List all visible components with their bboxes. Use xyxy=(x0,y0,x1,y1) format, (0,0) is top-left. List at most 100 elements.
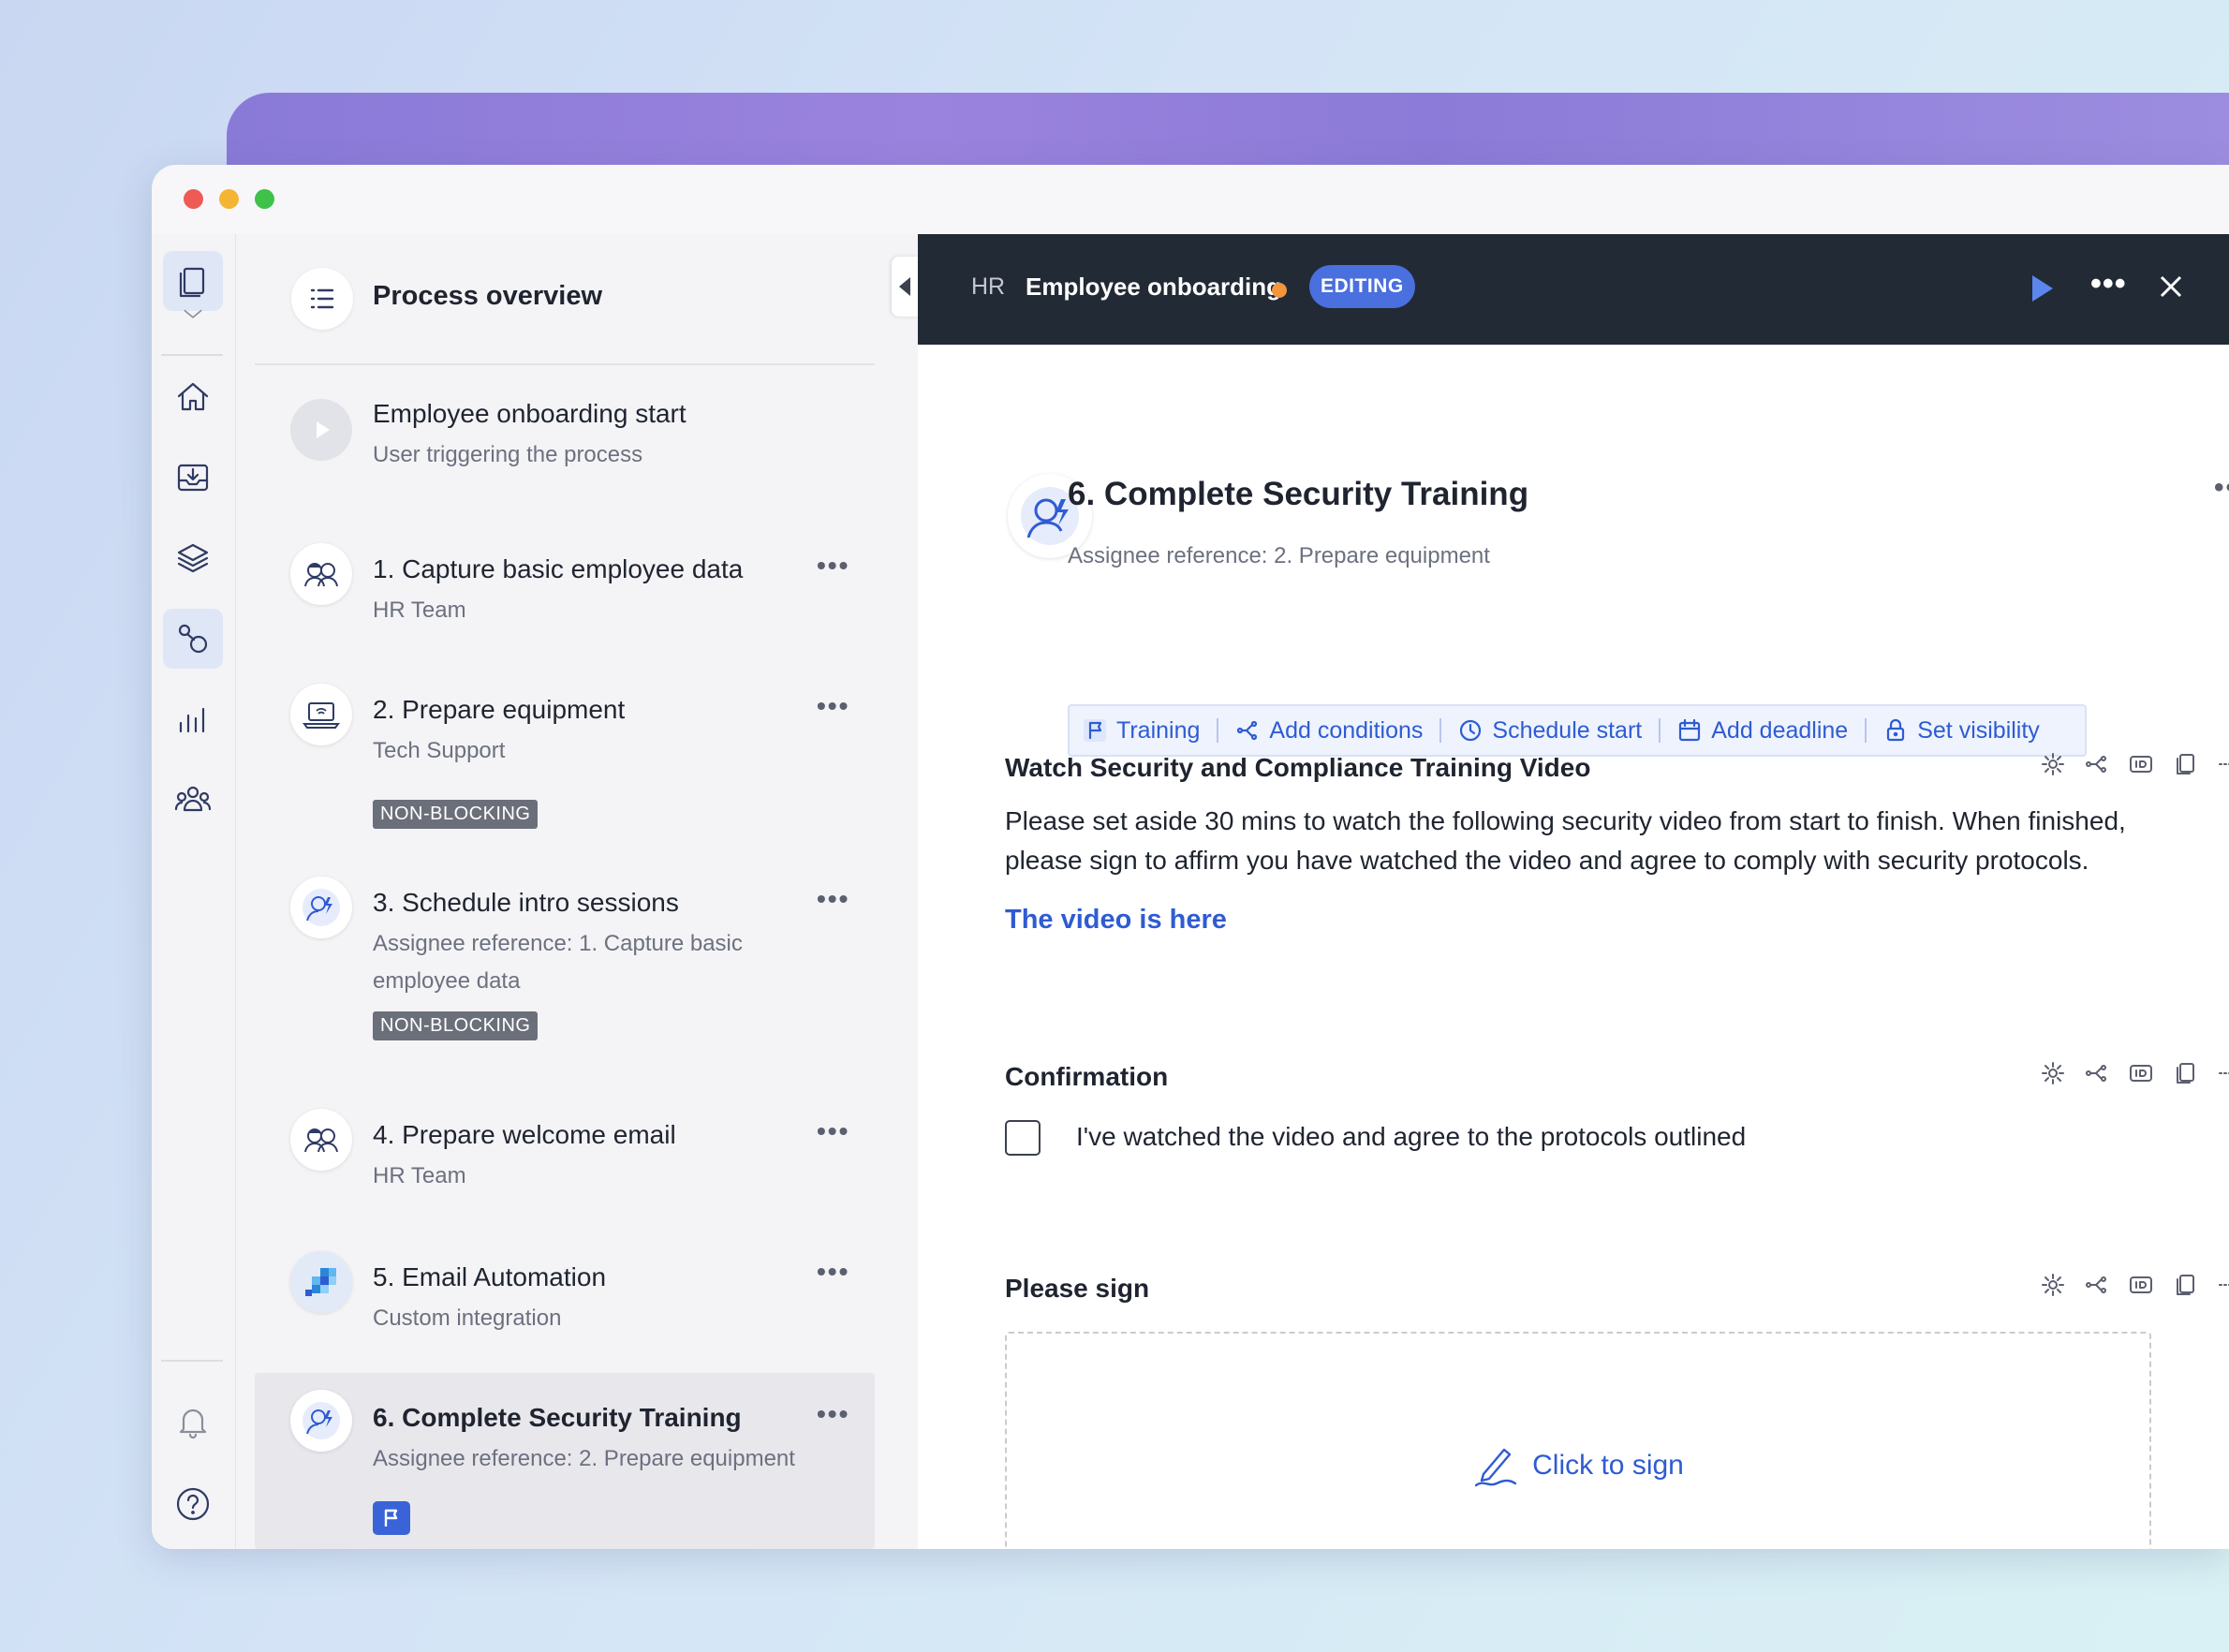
flag-icon xyxy=(1083,718,1116,743)
process-step-1[interactable]: 1. Capture basic employee data HR Team •… xyxy=(255,543,875,656)
home-icon xyxy=(177,382,209,411)
status-badge: EDITING xyxy=(1309,265,1415,308)
process-step-4[interactable]: 4. Prepare welcome email HR Team ••• xyxy=(255,1109,875,1221)
process-step-5[interactable]: 5. Email Automation Custom integration •… xyxy=(255,1249,875,1362)
copy-icon[interactable] xyxy=(2172,751,2198,777)
confirmation-section-actions xyxy=(2040,1060,2229,1086)
task-settings-bar: Training Add conditions Schedule start Add … xyxy=(1068,704,2087,757)
confirmation-checkbox[interactable] xyxy=(1005,1120,1041,1156)
copy-icon[interactable] xyxy=(2172,1060,2198,1086)
step-more-button[interactable]: ••• xyxy=(817,1401,849,1427)
step-title: 2. Prepare equipment xyxy=(373,695,626,724)
topbar-more-button[interactable]: ••• xyxy=(2090,268,2127,300)
video-section-title[interactable]: Watch Security and Compliance Training V… xyxy=(1005,753,1590,783)
close-editor-button[interactable] xyxy=(2152,268,2190,305)
layers-nav-button[interactable] xyxy=(163,528,223,588)
add-deadline-button[interactable]: Add deadline xyxy=(1677,717,1848,745)
step-subtitle: HR Team xyxy=(373,1163,466,1188)
chip-divider xyxy=(1865,718,1867,743)
task-title[interactable]: 6. Complete Security Training xyxy=(1068,476,1528,513)
help-button[interactable] xyxy=(163,1474,223,1534)
list-icon xyxy=(291,268,353,330)
process-name[interactable]: Employee onboarding xyxy=(1026,273,1281,302)
click-to-sign-button[interactable]: Click to sign xyxy=(1472,1440,1684,1491)
schedule-start-button[interactable]: Schedule start xyxy=(1458,717,1642,745)
move-icon[interactable] xyxy=(2216,1060,2229,1086)
step-more-button[interactable]: ••• xyxy=(817,553,849,579)
play-icon[interactable] xyxy=(2032,275,2053,302)
laptop-icon xyxy=(290,684,352,745)
pen-icon xyxy=(1474,1448,1517,1487)
step-title: 6. Complete Security Training xyxy=(373,1403,742,1432)
confirmation-section-title[interactable]: Confirmation xyxy=(1005,1062,1168,1092)
settings-icon[interactable] xyxy=(2040,1272,2066,1298)
branch-icon[interactable] xyxy=(2084,751,2110,777)
notifications-button[interactable] xyxy=(163,1392,223,1452)
layers-icon xyxy=(177,543,209,573)
team-people-icon xyxy=(290,1109,352,1171)
workflow-nav-button[interactable] xyxy=(163,609,223,669)
branch-icon[interactable] xyxy=(2084,1272,2110,1298)
chip-label: Set visibility xyxy=(1917,716,2040,744)
step-subtitle: Assignee reference: 2. Prepare equipment xyxy=(373,1446,795,1471)
process-overview-title: Process overview xyxy=(373,281,603,311)
id-icon[interactable] xyxy=(2128,751,2154,777)
process-step-6[interactable]: 6. Complete Security Training Assignee r… xyxy=(255,1373,875,1549)
task-more-button[interactable]: ••• xyxy=(2214,472,2229,504)
flag-icon xyxy=(384,1509,398,1527)
branch-icon[interactable] xyxy=(2084,1060,2110,1086)
breadcrumb-folder[interactable]: HR xyxy=(971,273,1005,301)
process-step-3[interactable]: 3. Schedule intro sessions Assignee refe… xyxy=(255,877,875,1064)
collapse-panel-button[interactable] xyxy=(892,257,918,317)
team-nav-button[interactable] xyxy=(163,770,223,830)
video-link[interactable]: The video is here xyxy=(1005,905,1227,936)
settings-icon[interactable] xyxy=(2040,751,2066,777)
bell-icon xyxy=(179,1409,207,1439)
inbox-nav-button[interactable] xyxy=(163,448,223,508)
step-subtitle: Tech Support xyxy=(373,738,506,763)
signature-section-actions xyxy=(2040,1272,2229,1298)
signature-area[interactable]: Click to sign xyxy=(1005,1332,2151,1549)
maximize-window-button[interactable] xyxy=(255,189,274,209)
move-icon[interactable] xyxy=(2216,751,2229,777)
analytics-nav-button[interactable] xyxy=(163,689,223,749)
process-overview-header[interactable]: Process overview xyxy=(255,234,875,365)
step-title: 3. Schedule intro sessions xyxy=(373,888,679,917)
chip-label: Add conditions xyxy=(1269,716,1424,744)
confirmation-checkbox-label[interactable]: I've watched the video and agree to the … xyxy=(1076,1122,1746,1152)
id-icon[interactable] xyxy=(2128,1060,2154,1086)
add-conditions-button[interactable]: Add conditions xyxy=(1235,717,1423,745)
video-section-body[interactable]: Please set aside 30 mins to watch the fo… xyxy=(1005,802,2129,880)
process-start-item[interactable]: Employee onboarding start User triggerin… xyxy=(255,390,875,502)
step-more-button[interactable]: ••• xyxy=(817,886,849,912)
calendar-icon xyxy=(1677,718,1711,743)
play-icon xyxy=(290,399,352,461)
click-to-sign-label: Click to sign xyxy=(1532,1450,1684,1481)
assignee-reference-icon xyxy=(290,1390,352,1452)
chevron-left-icon xyxy=(899,277,910,296)
step-subtitle: Assignee reference: 1. Capture basic emp… xyxy=(373,931,743,994)
expand-nav-button[interactable] xyxy=(163,296,223,333)
set-visibility-button[interactable]: Set visibility xyxy=(1883,717,2040,745)
step-more-button[interactable]: ••• xyxy=(817,1118,849,1144)
close-window-button[interactable] xyxy=(184,189,203,209)
move-icon[interactable] xyxy=(2216,1272,2229,1298)
signature-section-title[interactable]: Please sign xyxy=(1005,1274,1149,1304)
process-step-2[interactable]: 2. Prepare equipment Tech Support NON-BL… xyxy=(255,684,875,833)
team-people-icon xyxy=(290,543,352,605)
minimize-window-button[interactable] xyxy=(219,189,239,209)
start-title: Employee onboarding start xyxy=(373,399,686,428)
training-chip[interactable]: Training xyxy=(1083,717,1200,745)
help-icon xyxy=(176,1487,210,1521)
id-icon[interactable] xyxy=(2128,1272,2154,1298)
copy-icon[interactable] xyxy=(2172,1272,2198,1298)
close-icon xyxy=(2160,275,2182,298)
step-more-button[interactable]: ••• xyxy=(817,1259,849,1285)
inbox-icon xyxy=(177,464,209,492)
settings-icon[interactable] xyxy=(2040,1060,2066,1086)
video-section-actions xyxy=(2040,751,2229,777)
non-blocking-badge: NON-BLOCKING xyxy=(373,1011,539,1040)
step-more-button[interactable]: ••• xyxy=(817,693,849,719)
home-nav-button[interactable] xyxy=(163,367,223,427)
integration-icon xyxy=(290,1251,352,1313)
